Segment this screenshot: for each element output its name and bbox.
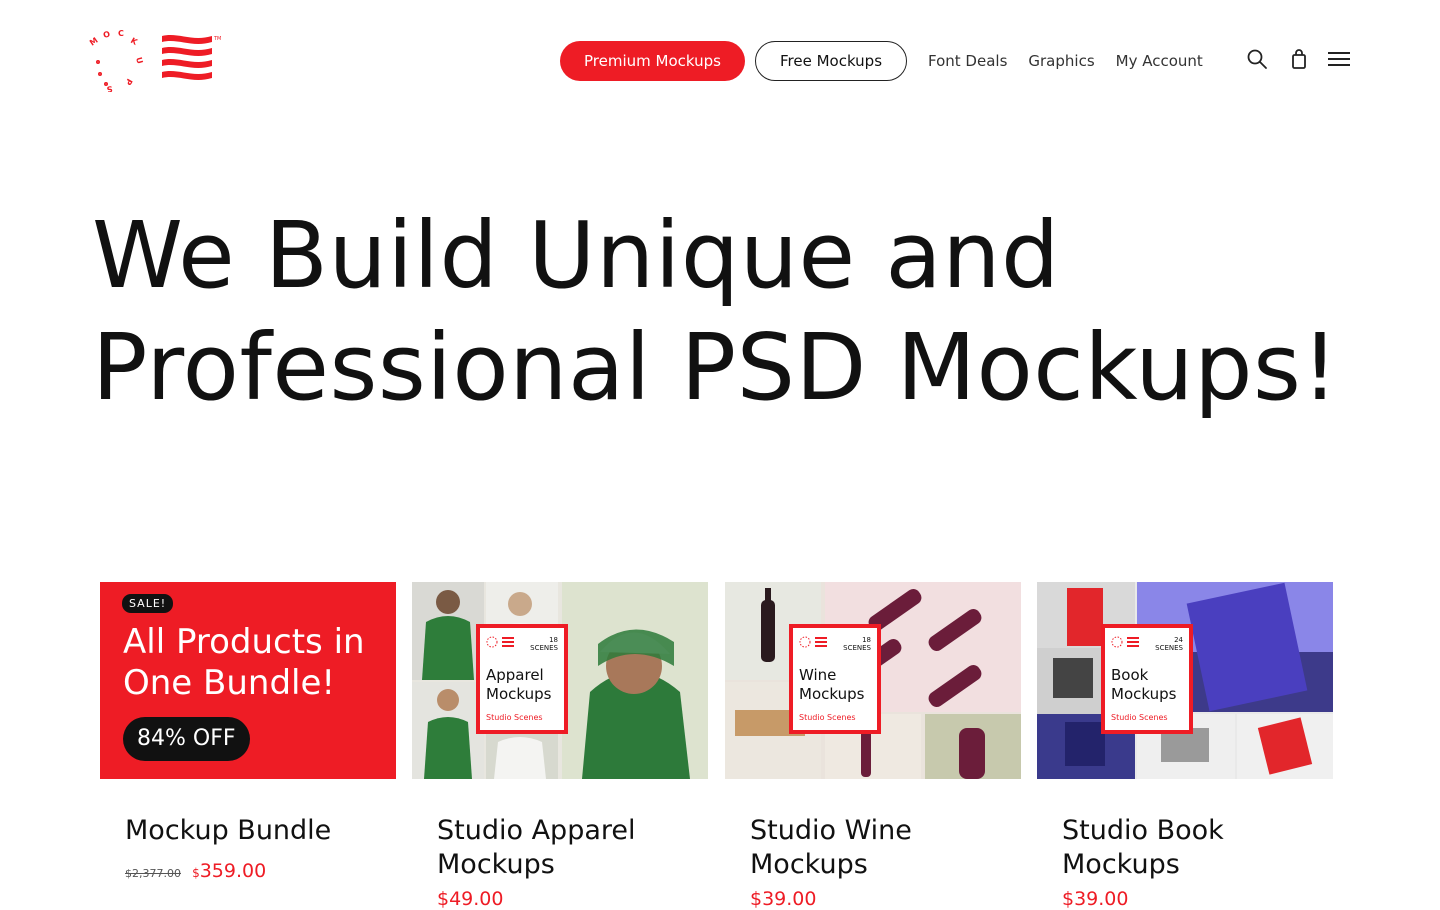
scene-count-label: SCENES <box>1155 644 1183 652</box>
scene-count-label: SCENES <box>530 644 558 652</box>
overlay-subtitle: Studio Scenes <box>799 713 856 722</box>
discount-badge: 84% OFF <box>123 717 250 761</box>
overlay-subtitle: Studio Scenes <box>486 713 543 722</box>
scene-count-number: 24 <box>1174 636 1183 644</box>
product-thumbnail[interactable]: 24 SCENES Book Mockups Studio Scenes <box>1037 582 1333 779</box>
overlay-title: Wine Mockups <box>799 666 865 703</box>
hamburger-menu-icon[interactable] <box>1327 47 1351 71</box>
svg-text:TM: TM <box>213 36 221 42</box>
product-overlay-card: 18 SCENES Apparel Mockups Studio Scenes <box>476 624 568 734</box>
scene-count: 18 SCENES <box>530 636 558 652</box>
free-mockups-button[interactable]: Free Mockups <box>755 41 907 81</box>
sale-price-amount: 359.00 <box>199 860 267 882</box>
mockups-logo[interactable]: M O C K U P S TM <box>88 28 228 92</box>
premium-mockups-button[interactable]: Premium Mockups <box>560 41 745 81</box>
hero-heading-line-2: Professional PSD Mockups! <box>92 314 1339 421</box>
product-overlay-card: 18 SCENES Wine Mockups Studio Scenes <box>789 624 881 734</box>
overlay-logo-icon <box>1111 636 1139 648</box>
bundle-headline: All Products in One Bundle! <box>123 622 365 703</box>
scene-count-number: 18 <box>549 636 558 644</box>
product-price: $39.00 <box>1062 888 1129 910</box>
product-card-studio-apparel[interactable]: 18 SCENES Apparel Mockups Studio Scenes … <box>412 582 708 910</box>
header-icons <box>1245 47 1351 71</box>
product-name[interactable]: Studio Book Mockups <box>1062 814 1322 882</box>
product-thumbnail[interactable]: 18 SCENES Wine Mockups Studio Scenes <box>725 582 1021 779</box>
product-card-studio-wine[interactable]: 18 SCENES Wine Mockups Studio Scenes Stu… <box>725 582 1021 910</box>
hero-heading: We Build Unique and Professional PSD Moc… <box>92 200 1392 424</box>
product-overlay-card: 24 SCENES Book Mockups Studio Scenes <box>1101 624 1193 734</box>
product-price: $49.00 <box>437 888 504 910</box>
sale-badge: SALE! <box>122 594 174 613</box>
overlay-logo-icon <box>799 636 827 648</box>
sale-price: $359.00 <box>192 860 266 882</box>
product-name[interactable]: Studio Apparel Mockups <box>437 814 697 882</box>
site-header: M O C K U P S TM Premium Mockups Free Mo… <box>0 0 1440 120</box>
nav-link-graphics[interactable]: Graphics <box>1028 52 1094 70</box>
overlay-title: Book Mockups <box>1111 666 1177 703</box>
product-price: $39.00 <box>750 888 817 910</box>
overlay-title: Apparel Mockups <box>486 666 552 703</box>
svg-text:K: K <box>129 36 140 47</box>
svg-text:C: C <box>118 29 124 38</box>
product-name[interactable]: Studio Wine Mockups <box>750 814 1010 882</box>
svg-text:P: P <box>123 77 134 87</box>
product-thumbnail[interactable]: 18 SCENES Apparel Mockups Studio Scenes <box>412 582 708 779</box>
overlay-logo-icon <box>486 636 514 648</box>
scene-count: 24 SCENES <box>1155 636 1183 652</box>
scene-count-label: SCENES <box>843 644 871 652</box>
original-price: $2,377.00 <box>125 867 181 880</box>
main-nav: Premium Mockups Free Mockups Font Deals … <box>560 41 1203 81</box>
product-thumbnail[interactable]: SALE! All Products in One Bundle! 84% OF… <box>100 582 396 779</box>
nav-link-font-deals[interactable]: Font Deals <box>928 52 1007 70</box>
overlay-subtitle: Studio Scenes <box>1111 713 1168 722</box>
price-row: $2,377.00 $359.00 <box>125 860 266 882</box>
product-card-studio-book[interactable]: 24 SCENES Book Mockups Studio Scenes Stu… <box>1037 582 1333 910</box>
shopping-bag-icon[interactable] <box>1287 47 1311 71</box>
search-icon[interactable] <box>1245 47 1269 71</box>
scene-count: 18 SCENES <box>843 636 871 652</box>
product-card-mockup-bundle[interactable]: SALE! All Products in One Bundle! 84% OF… <box>100 582 396 882</box>
scene-count-number: 18 <box>862 636 871 644</box>
nav-link-my-account[interactable]: My Account <box>1116 52 1203 70</box>
svg-text:M: M <box>88 36 100 48</box>
svg-text:O: O <box>102 29 111 40</box>
svg-text:U: U <box>134 56 144 65</box>
product-name[interactable]: Mockup Bundle <box>125 814 385 848</box>
currency-symbol: $ <box>192 866 200 880</box>
hero-heading-line-1: We Build Unique and <box>92 202 1060 309</box>
